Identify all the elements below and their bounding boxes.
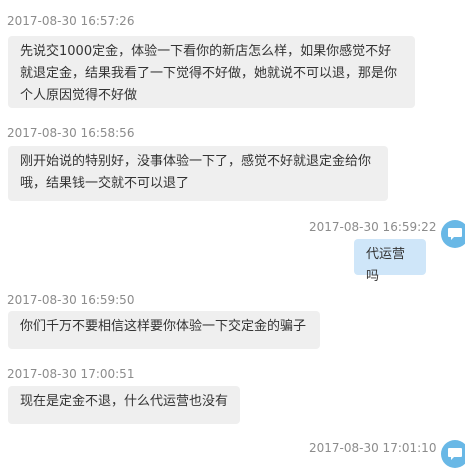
- message-timestamp: 2017-08-30 16:57:26: [7, 14, 135, 28]
- message-line: 先说交1000定金，体验一下看你的新店怎么样，如果你感觉不好: [20, 44, 392, 59]
- message-timestamp: 2017-08-30 16:59:50: [7, 293, 135, 307]
- message-line: 你们千万不要相信这样要你体验一下交定金的骗子: [20, 319, 307, 334]
- message-timestamp: 2017-08-30 17:00:51: [7, 367, 135, 381]
- avatar-icon[interactable]: [441, 220, 465, 248]
- avatar-icon[interactable]: [441, 440, 465, 468]
- message-line: 刚开始说的特别好，没事体验一下了，感觉不好就退定金给你: [20, 154, 372, 169]
- message-timestamp: 2017-08-30 16:58:56: [7, 126, 135, 140]
- chat-bubble-icon: [448, 228, 462, 240]
- message-line: 现在是定金不退，什么代运营也没有: [20, 394, 229, 409]
- message-line: 代运营吗: [366, 247, 406, 284]
- chat-transcript: 2017-08-30 16:57:26 先说交1000定金，体验一下看你的新店怎…: [0, 0, 465, 468]
- message-line: 就退定金，结果我看了一下觉得不好做，她就说不可以退，那是你: [20, 66, 398, 81]
- message-bubble[interactable]: 先说交1000定金，体验一下看你的新店怎么样，如果你感觉不好 就退定金，结果我看…: [8, 36, 415, 108]
- message-timestamp: 2017-08-30 16:59:22: [309, 220, 437, 234]
- message-bubble[interactable]: 你们千万不要相信这样要你体验一下交定金的骗子: [8, 311, 320, 349]
- message-line: 个人原因觉得不好做: [20, 88, 138, 103]
- message-timestamp: 2017-08-30 17:01:10: [309, 441, 437, 455]
- message-bubble[interactable]: 刚开始说的特别好，没事体验一下了，感觉不好就退定金给你 哦，结果钱一交就不可以退…: [8, 146, 388, 201]
- message-bubble[interactable]: 现在是定金不退，什么代运营也没有: [8, 386, 240, 424]
- chat-bubble-icon: [448, 448, 462, 460]
- message-line: 哦，结果钱一交就不可以退了: [20, 176, 190, 191]
- message-bubble[interactable]: 代运营吗: [354, 239, 426, 284]
